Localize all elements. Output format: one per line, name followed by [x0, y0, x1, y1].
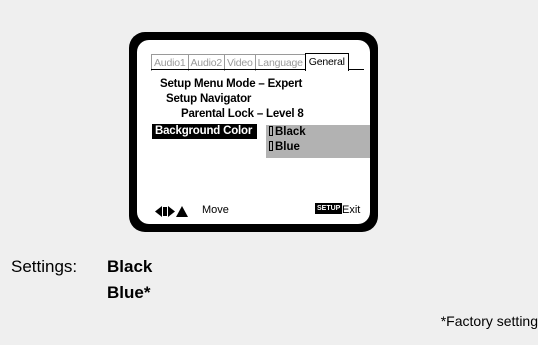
option-black-label: Black — [275, 126, 306, 138]
option-blue[interactable]: Blue — [269, 141, 300, 153]
option-blue-label: Blue — [275, 141, 300, 153]
factory-setting-note: *Factory setting — [440, 313, 538, 329]
menu-tabs: Audio1 Audio2 Video Language General — [151, 53, 349, 71]
background-color-item[interactable]: Background Color — [152, 124, 257, 139]
background-color-label: Background Color — [155, 125, 253, 137]
osd-screen: Audio1 Audio2 Video Language General Set… — [137, 40, 370, 224]
setup-navigator-item[interactable]: Setup Navigator — [166, 93, 251, 105]
background-color-options: Black Blue — [266, 125, 370, 158]
settings-label: Settings: — [11, 257, 78, 276]
arrow-keys-icon — [155, 204, 191, 222]
setting-value-black: Black — [107, 257, 153, 276]
option-marker-icon — [269, 141, 273, 151]
move-label: Move — [202, 204, 229, 216]
option-marker-icon — [269, 126, 273, 136]
option-black[interactable]: Black — [269, 126, 306, 138]
setup-menu-mode-item[interactable]: Setup Menu Mode – Expert — [160, 78, 302, 90]
exit-label: Exit — [342, 204, 361, 216]
setup-key-icon: SETUP — [315, 203, 343, 214]
tv-frame: Audio1 Audio2 Video Language General Set… — [129, 32, 378, 232]
setting-value-blue: Blue* — [107, 283, 151, 302]
tab-general[interactable]: General — [304, 53, 349, 71]
parental-lock-item[interactable]: Parental Lock – Level 8 — [181, 108, 304, 120]
